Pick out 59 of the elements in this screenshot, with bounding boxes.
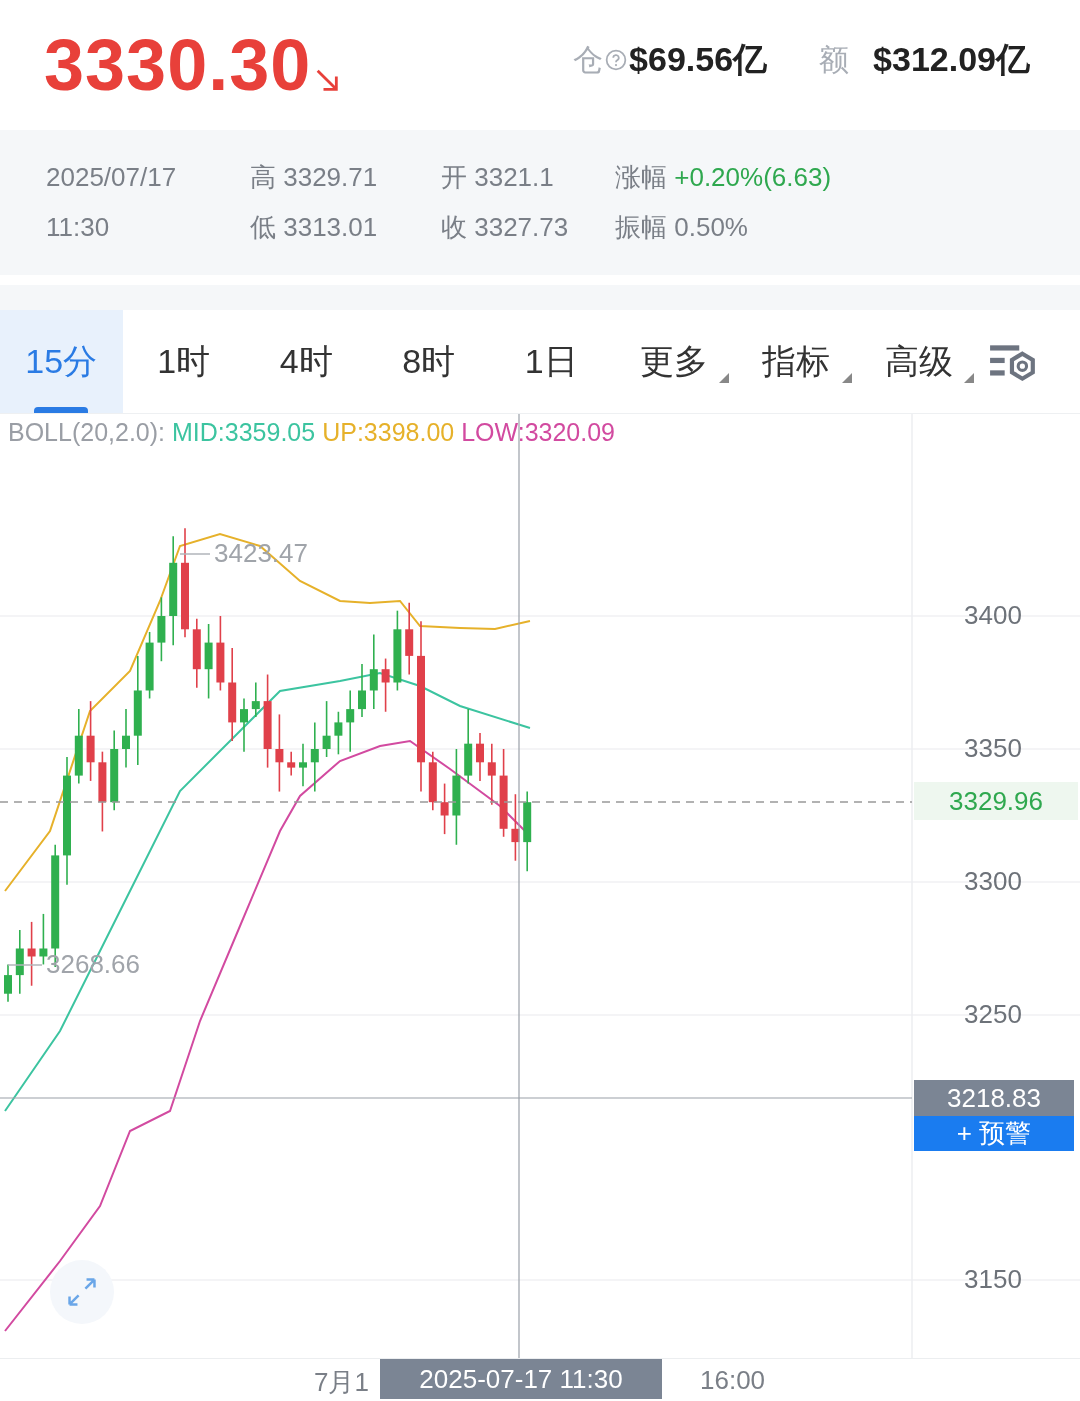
current-price-label: 3329.96 xyxy=(914,782,1078,820)
ohlc-text: 振幅 0.50% xyxy=(615,211,749,244)
candlestick xyxy=(15,929,24,995)
leader-line xyxy=(179,553,211,555)
timeframe-tab[interactable]: 8时 xyxy=(367,310,490,413)
candlestick xyxy=(157,596,166,662)
candlestick xyxy=(122,708,130,769)
timeframe-tab[interactable]: 15分 xyxy=(0,310,123,413)
timeframe-tab[interactable]: 指标 xyxy=(735,310,858,413)
price-value: 3330.30 xyxy=(44,24,312,106)
crosshair-time-label: 2025-07-17 11:30 xyxy=(380,1359,662,1399)
ohlc-text: 收 3327.73 xyxy=(441,211,570,244)
candlestick xyxy=(192,617,201,689)
stat-value: $312.09亿 xyxy=(873,39,1030,80)
time-text: 11:30 xyxy=(46,212,111,243)
y-axis-label: 3150 xyxy=(964,1264,1022,1295)
candlestick xyxy=(4,963,12,1003)
y-axis-label: 3400 xyxy=(964,600,1022,631)
date-text: 2025/07/17 xyxy=(46,162,178,193)
timeframe-tab[interactable]: 更多 xyxy=(612,310,735,413)
candlestick xyxy=(240,697,248,753)
candlestick xyxy=(310,721,319,793)
timeframe-tab[interactable]: 1日 xyxy=(490,310,613,413)
candlestick xyxy=(476,732,484,782)
candlestick xyxy=(322,700,331,758)
candlestick xyxy=(27,921,36,987)
candlestick xyxy=(39,913,48,966)
leader-line xyxy=(7,964,43,966)
candlestick xyxy=(381,657,390,713)
y-axis-label: 3300 xyxy=(964,866,1022,897)
ohlc-text: 高 3329.71 xyxy=(250,161,379,194)
ohlc-text: 涨幅 +0.20%(6.63) xyxy=(615,161,833,194)
indicator-legend: BOLL(20,2.0): MID:3359.05 UP:3398.00 LOW:3320.09 xyxy=(8,418,616,447)
candlestick xyxy=(440,782,449,835)
alert-button[interactable]: + 预警 xyxy=(914,1116,1074,1151)
y-axis-label: 3350 xyxy=(964,733,1022,764)
stat-label: 仓 xyxy=(573,40,604,79)
candlestick xyxy=(299,742,307,788)
help-icon[interactable] xyxy=(605,49,628,71)
timeframe-tab[interactable]: 1时 xyxy=(122,310,245,413)
timeframe-tab[interactable]: 高级 xyxy=(857,310,980,413)
candlestick xyxy=(251,681,260,718)
crosshair-price-label: 3218.83 xyxy=(914,1080,1074,1116)
stat-value: $69.56亿 xyxy=(629,39,768,80)
timeframe-tab[interactable]: 4时 xyxy=(245,310,368,413)
ohlc-text: 低 3313.01 xyxy=(250,211,379,244)
candlestick xyxy=(346,689,355,753)
candlestick xyxy=(334,710,343,756)
y-axis-label: 3250 xyxy=(964,999,1022,1030)
candlestick xyxy=(511,793,520,862)
candlestick xyxy=(287,750,296,777)
candlestick xyxy=(487,742,496,806)
candlestick xyxy=(428,750,437,811)
x-axis-label: 16:00 xyxy=(700,1365,766,1396)
x-axis-label: 7月1 xyxy=(314,1366,369,1399)
stat-label: 额 xyxy=(819,40,850,79)
ohlc-text: 开 3321.1 xyxy=(441,161,555,194)
candlestick xyxy=(358,663,366,718)
candlestick xyxy=(145,631,154,700)
